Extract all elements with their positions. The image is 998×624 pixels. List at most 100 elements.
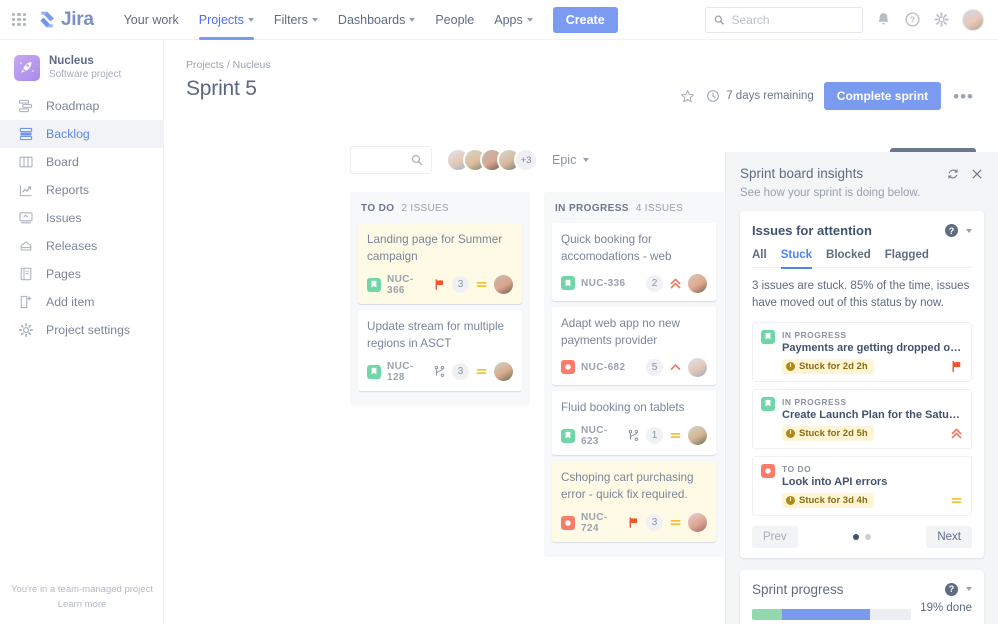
avatar[interactable]: [688, 357, 707, 377]
issue-key[interactable]: NUC-366: [387, 274, 427, 296]
issue-key[interactable]: NUC-682: [581, 362, 625, 373]
issue-card-meta: 3: [433, 275, 513, 295]
releases-icon: [20, 241, 32, 251]
sidebar-item-releases[interactable]: Releases: [0, 232, 163, 260]
nav-item-your-work[interactable]: Your work: [114, 0, 189, 40]
global-search-box[interactable]: [705, 6, 863, 33]
epic-filter-label: Epic: [552, 153, 577, 167]
star-favorite-icon[interactable]: [679, 88, 696, 105]
nav-item-projects[interactable]: Projects: [189, 0, 264, 40]
issue-card-footer: NUC-128 3: [367, 361, 513, 383]
issue-key[interactable]: NUC-623: [581, 425, 621, 447]
story-point-estimate[interactable]: 3: [646, 514, 663, 532]
sidebar-item-reports[interactable]: Reports: [0, 176, 163, 204]
settings-gear-icon[interactable]: [933, 11, 950, 28]
issue-card[interactable]: Fluid booking on tablets NUC-623 1: [552, 390, 716, 455]
sidebar-item-label: Backlog: [46, 127, 90, 142]
issue-key[interactable]: NUC-724: [581, 512, 621, 534]
tab-stuck[interactable]: Stuck: [780, 249, 813, 269]
nav-item-apps[interactable]: Apps: [484, 0, 543, 40]
help-circle-icon[interactable]: ?: [945, 582, 958, 596]
page-dot[interactable]: [853, 533, 859, 540]
learn-more-link[interactable]: Learn more: [0, 599, 164, 610]
progress-card-title: Sprint progress: [752, 581, 844, 597]
issue-card[interactable]: Cshoping cart purchasing error - quick f…: [552, 460, 716, 542]
story-point-estimate[interactable]: 3: [452, 363, 469, 381]
tab-all[interactable]: All: [752, 249, 767, 267]
sidebar-item-roadmap[interactable]: Roadmap: [0, 92, 163, 120]
help-circle-icon[interactable]: ?: [945, 224, 958, 237]
avatar[interactable]: [688, 273, 707, 293]
prev-button[interactable]: Prev: [752, 525, 798, 548]
more-actions-button[interactable]: •••: [951, 88, 976, 105]
attention-tabs: All Stuck Blocked Flagged: [752, 249, 972, 269]
story-point-estimate[interactable]: 1: [646, 427, 663, 445]
story-type-icon: [561, 428, 575, 443]
story-point-estimate[interactable]: 2: [646, 274, 663, 292]
nav-item-filters[interactable]: Filters: [264, 0, 328, 40]
tab-flagged[interactable]: Flagged: [885, 249, 929, 267]
stuck-duration-label: Stuck for 2d 2h: [799, 360, 868, 372]
close-icon[interactable]: [970, 167, 984, 181]
sidebar-item-board[interactable]: Board: [0, 148, 163, 176]
chevron-down-icon: [247, 17, 254, 22]
nav-label: Filters: [273, 12, 308, 27]
sidebar-item-backlog[interactable]: Backlog: [0, 120, 163, 149]
page-dot[interactable]: [865, 533, 871, 540]
issue-card-title: Cshoping cart purchasing error - quick f…: [561, 470, 694, 501]
help-icon[interactable]: ?: [904, 11, 921, 28]
chevron-down-icon[interactable]: [966, 228, 972, 233]
stuck-issue-item[interactable]: IN PROGRESS Create Launch Plan for the Sa…: [752, 388, 972, 449]
create-button[interactable]: Create: [552, 6, 618, 33]
avatar[interactable]: [494, 362, 513, 382]
priority-flag-icon: [952, 360, 961, 372]
column-issue-count: 2 ISSUES: [401, 203, 449, 214]
avatar[interactable]: [494, 275, 513, 295]
nav-item-people[interactable]: People: [425, 0, 484, 40]
avatar[interactable]: [688, 426, 707, 446]
board-toolbar-left: +3 Epic: [350, 146, 590, 174]
stuck-issue-item[interactable]: IN PROGRESS Payments are getting dropped …: [752, 321, 972, 382]
next-button[interactable]: Next: [926, 525, 972, 548]
chevron-down-icon[interactable]: [966, 587, 972, 591]
stuck-issue-item[interactable]: TO DO Look into API errors Stuck for 3d 4h: [752, 455, 972, 516]
issue-card[interactable]: Update stream for multiple regions in AS…: [358, 309, 522, 391]
stuck-issues-list: IN PROGRESS Payments are getting dropped …: [752, 321, 972, 516]
sidebar-project-header[interactable]: Nucleus Software project: [0, 40, 163, 92]
board-search-input[interactable]: [350, 146, 432, 174]
stuck-issue-status: TO DO: [782, 463, 812, 474]
priority-medium-icon: [670, 520, 681, 526]
global-search-input[interactable]: [731, 12, 854, 27]
sidebar-item-pages[interactable]: Pages: [0, 260, 163, 288]
sidebar-item-project-settings[interactable]: Project settings: [0, 316, 163, 344]
apps-grid-icon[interactable]: [12, 12, 26, 27]
sprint-insights-panel: Sprint board insights See how your sprin…: [725, 152, 998, 624]
profile-avatar[interactable]: [962, 8, 984, 31]
pages-icon: [20, 268, 32, 281]
tab-blocked[interactable]: Blocked: [826, 249, 871, 267]
story-point-estimate[interactable]: 5: [646, 358, 663, 376]
issue-card[interactable]: Quick booking for accomodations - web NUC…: [552, 223, 716, 301]
avatar[interactable]: [688, 513, 707, 533]
sidebar-item-issues[interactable]: Issues: [0, 204, 163, 232]
breadcrumb[interactable]: Projects / Nucleus: [164, 40, 998, 71]
issue-key[interactable]: NUC-128: [387, 361, 427, 383]
primary-nav-items: Your work Projects Filters Dashboards Pe…: [114, 0, 543, 40]
story-point-estimate[interactable]: 3: [452, 276, 469, 294]
insights-panel-subtitle: See how your sprint is doing below.: [740, 187, 921, 199]
issue-key[interactable]: NUC-336: [581, 278, 625, 289]
priority-medium-icon: [476, 282, 487, 288]
issue-card[interactable]: Adapt web app no new payments provider NU…: [552, 306, 716, 385]
avatar-overflow-count[interactable]: +3: [514, 148, 538, 172]
jira-logo[interactable]: Jira: [38, 9, 94, 31]
complete-sprint-button[interactable]: Complete sprint: [823, 82, 942, 110]
stuck-issue-meta: Stuck for 3d 4h: [782, 492, 963, 508]
refresh-icon[interactable]: [946, 167, 960, 181]
issue-card[interactable]: Landing page for Summer campaign NUC-366 3: [358, 223, 522, 304]
progress-segment-not-started: [869, 608, 912, 620]
nav-item-dashboards[interactable]: Dashboards: [328, 0, 425, 40]
sidebar-item-add-item[interactable]: Add item: [0, 288, 163, 316]
notifications-icon[interactable]: [875, 11, 892, 28]
epic-filter-dropdown[interactable]: Epic: [552, 153, 590, 167]
sidebar-item-label: Reports: [46, 183, 90, 198]
